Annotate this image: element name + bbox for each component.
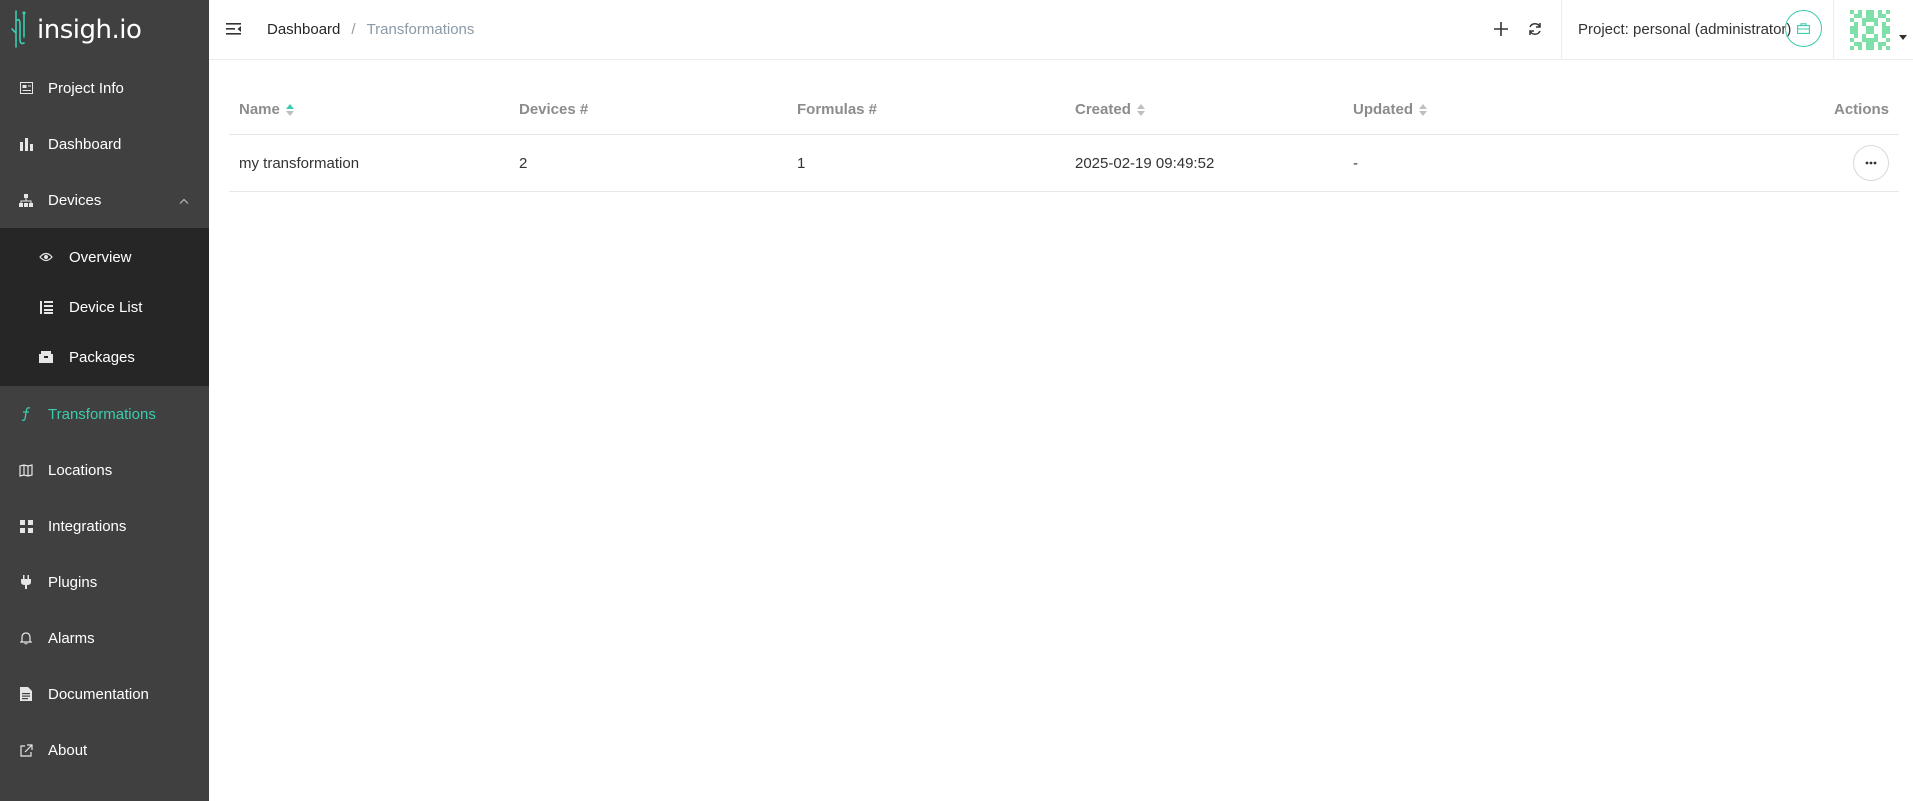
sort-icon[interactable] bbox=[1419, 103, 1427, 116]
project-info-icon bbox=[19, 81, 33, 95]
breadcrumb-dashboard[interactable]: Dashboard bbox=[267, 21, 340, 38]
table-header: Name Devices # Formulas # Created Update… bbox=[229, 85, 1899, 135]
column-label: Devices # bbox=[519, 101, 589, 118]
package-icon bbox=[39, 350, 53, 364]
sidebar-item-about[interactable]: About bbox=[0, 722, 209, 778]
header-divider bbox=[1833, 0, 1834, 59]
briefcase-icon[interactable] bbox=[1785, 10, 1822, 47]
column-header-created[interactable]: Created bbox=[1065, 101, 1343, 118]
brand-name: insigh.io bbox=[37, 15, 142, 45]
sort-icon[interactable] bbox=[1136, 103, 1145, 116]
header-divider bbox=[1561, 0, 1562, 59]
cell-formulas: 1 bbox=[797, 154, 806, 172]
sidebar-item-label: Device List bbox=[69, 298, 143, 316]
sidebar-item-label: Packages bbox=[69, 348, 135, 366]
cell-updated: - bbox=[1353, 154, 1358, 172]
column-label: Created bbox=[1075, 101, 1131, 118]
cell-name: my transformation bbox=[239, 154, 360, 172]
plug-icon bbox=[19, 575, 33, 589]
breadcrumb-separator: / bbox=[351, 21, 356, 38]
project-selector[interactable]: Project: personal (administrator) bbox=[1578, 21, 1791, 38]
sidebar-item-devices[interactable]: Devices bbox=[0, 172, 209, 228]
column-header-name[interactable]: Name bbox=[229, 101, 509, 118]
sidebar-item-packages[interactable]: Packages bbox=[0, 332, 209, 382]
chevron-up-icon bbox=[179, 192, 189, 209]
sidebar-item-label: About bbox=[48, 741, 88, 759]
cell-created: 2025-02-19 09:49:52 bbox=[1075, 154, 1215, 172]
menu-fold-icon[interactable] bbox=[225, 20, 243, 38]
devices-submenu: Overview Device List Packages bbox=[0, 228, 209, 386]
avatar[interactable] bbox=[1850, 10, 1890, 50]
ellipsis-icon bbox=[1865, 161, 1877, 165]
grid-icon bbox=[19, 519, 33, 533]
caret-down-icon[interactable] bbox=[1899, 35, 1907, 40]
function-icon bbox=[19, 407, 33, 421]
sidebar-item-device-list[interactable]: Device List bbox=[0, 282, 209, 332]
sidebar-item-label: Overview bbox=[69, 248, 132, 266]
column-header-actions: Actions bbox=[1621, 101, 1899, 118]
cell-devices: 2 bbox=[519, 154, 528, 172]
sidebar-item-label: Alarms bbox=[48, 629, 95, 647]
column-header-formulas: Formulas # bbox=[787, 101, 1065, 118]
brand-logo[interactable]: insigh.io bbox=[0, 0, 209, 60]
refresh-icon[interactable] bbox=[1526, 20, 1544, 38]
sidebar-item-label: Plugins bbox=[48, 573, 98, 591]
eye-icon bbox=[39, 250, 53, 264]
map-icon bbox=[19, 463, 33, 477]
breadcrumb: Dashboard / Transformations bbox=[267, 21, 474, 38]
column-header-updated[interactable]: Updated bbox=[1343, 101, 1621, 118]
sidebar-item-label: Dashboard bbox=[48, 135, 122, 153]
sidebar-item-label: Integrations bbox=[48, 517, 127, 535]
column-label: Formulas # bbox=[797, 101, 878, 118]
cell-actions bbox=[1621, 145, 1899, 181]
sidebar-item-dashboard[interactable]: Dashboard bbox=[0, 116, 209, 172]
sidebar-item-label: Devices bbox=[48, 191, 102, 209]
app: insigh.io Project Info Dashboard Devices bbox=[0, 0, 1913, 801]
sidebar-item-locations[interactable]: Locations bbox=[0, 442, 209, 498]
plus-icon[interactable] bbox=[1492, 20, 1510, 38]
bar-chart-icon bbox=[19, 137, 33, 151]
top-header: Dashboard / Transformations Project: per… bbox=[209, 0, 1913, 60]
external-link-icon bbox=[19, 743, 33, 757]
sidebar-item-label: Project Info bbox=[48, 79, 124, 97]
sidebar-item-overview[interactable]: Overview bbox=[0, 232, 209, 282]
sidebar-item-project-info[interactable]: Project Info bbox=[0, 60, 209, 116]
table-row[interactable]: my transformation 2 1 2025-02-19 09:49:5… bbox=[229, 135, 1899, 192]
transformations-table: Name Devices # Formulas # Created Update… bbox=[229, 85, 1899, 192]
column-header-devices: Devices # bbox=[509, 101, 787, 118]
sidebar-item-plugins[interactable]: Plugins bbox=[0, 554, 209, 610]
column-label: Name bbox=[239, 101, 280, 118]
bell-icon bbox=[19, 631, 33, 645]
column-label: Updated bbox=[1353, 101, 1413, 118]
devices-tree-icon bbox=[19, 193, 33, 207]
more-actions-button[interactable] bbox=[1853, 145, 1889, 181]
sidebar-item-label: Transformations bbox=[48, 405, 156, 423]
sidebar-item-alarms[interactable]: Alarms bbox=[0, 610, 209, 666]
logo-icon bbox=[11, 10, 26, 48]
sidebar-item-transformations[interactable]: Transformations bbox=[0, 386, 209, 442]
sidebar-item-documentation[interactable]: Documentation bbox=[0, 666, 209, 722]
sidebar-item-integrations[interactable]: Integrations bbox=[0, 498, 209, 554]
sidebar: insigh.io Project Info Dashboard Devices bbox=[0, 0, 209, 801]
sidebar-item-label: Documentation bbox=[48, 685, 149, 703]
sidebar-item-label: Locations bbox=[48, 461, 113, 479]
column-label: Actions bbox=[1833, 101, 1889, 118]
breadcrumb-current: Transformations bbox=[366, 21, 475, 38]
sort-icon[interactable] bbox=[285, 103, 294, 116]
document-icon bbox=[19, 687, 33, 701]
list-icon bbox=[39, 300, 53, 314]
